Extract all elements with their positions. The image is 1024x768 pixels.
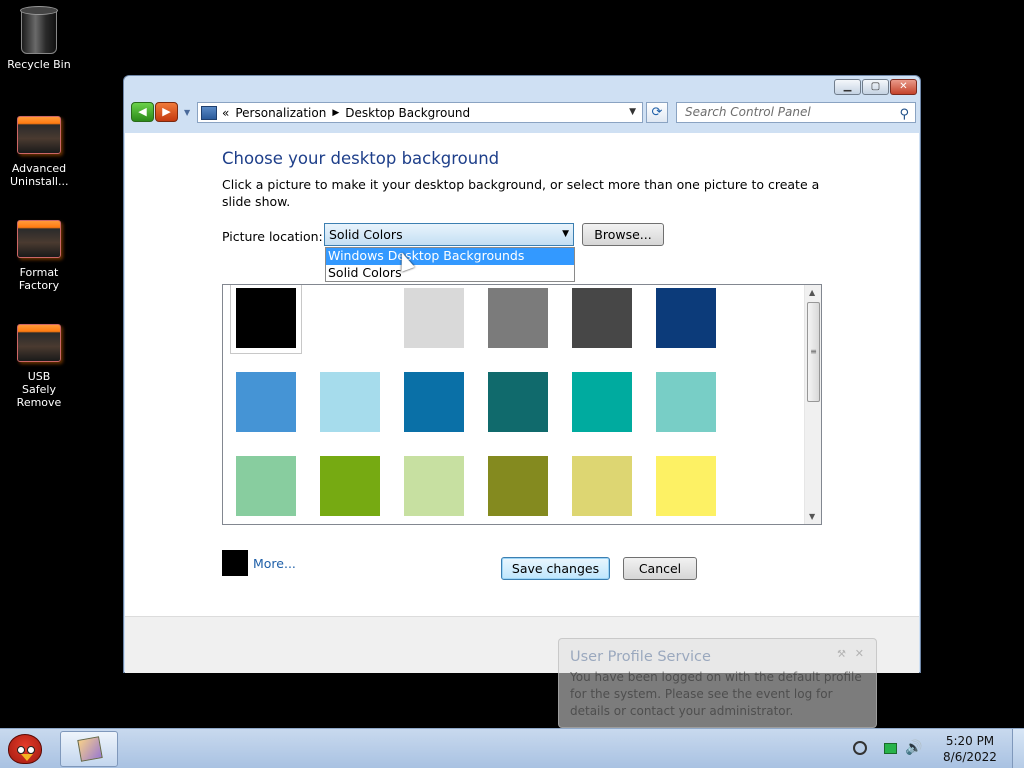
page-title: Choose your desktop background [222,149,500,168]
desktop-icon-advanced-uninstaller[interactable]: Advanced Uninstall... [0,110,78,188]
options-icon[interactable]: ⚒ [837,649,846,660]
search-input[interactable]: Search Control Panel ⚲ [676,102,916,123]
browse-button[interactable]: Browse... [582,223,664,246]
color-swatch[interactable] [230,285,302,354]
color-swatch[interactable] [404,288,464,348]
color-swatch[interactable] [656,456,716,516]
picture-location-label: Picture location: [222,229,323,244]
color-swatch[interactable] [320,372,380,432]
notification-text: You have been logged on with the default… [570,670,862,718]
color-swatch[interactable] [488,372,548,432]
search-icon[interactable]: ⚲ [899,105,909,124]
desktop-icon-label: Format Factory [18,266,60,292]
minimize-button[interactable]: ▁ [834,79,861,95]
desktop-icon-label: Advanced Uninstall... [10,162,69,188]
close-icon[interactable]: ✕ [855,647,864,660]
desktop-icon-label: Recycle Bin [7,58,71,71]
color-swatch[interactable] [404,456,464,516]
angry-bird-icon [8,734,42,764]
navigation-bar: ◀ ▶ ▼ « Personalization ▶ Desktop Backgr… [124,99,920,129]
forward-button[interactable]: ▶ [155,102,178,122]
title-bar[interactable]: ▁ ▢ ✕ [124,76,920,99]
color-swatch[interactable] [656,372,716,432]
color-swatch[interactable] [236,456,296,516]
color-swatch[interactable] [572,456,632,516]
desktop-icon-label: USB Safely Remove [16,370,62,409]
breadcrumb-personalization[interactable]: Personalization [235,106,326,120]
address-bar[interactable]: « Personalization ▶ Desktop Background ▼ [197,102,643,123]
color-swatch[interactable] [656,288,716,348]
more-colors-link[interactable]: More... [253,556,296,571]
breadcrumb-overflow[interactable]: « [222,106,229,120]
save-changes-button[interactable]: Save changes [501,557,610,580]
clock[interactable]: 5:20 PM 8/6/2022 [938,733,1002,765]
option-windows-desktop-backgrounds[interactable]: Windows Desktop Backgrounds [326,248,574,265]
notification-title: User Profile Service [570,649,711,665]
refresh-button[interactable]: ⟳ [646,102,668,123]
clock-time: 5:20 PM [945,734,995,748]
volume-icon[interactable]: 🔊 [905,740,922,756]
back-button[interactable]: ◀ [131,102,154,122]
chevron-down-icon[interactable]: ▼ [562,224,569,245]
desktop-icon-format-factory[interactable]: Format Factory [0,214,78,292]
window-controls: ▁ ▢ ✕ [833,79,917,95]
color-swatch[interactable] [572,372,632,432]
search-placeholder: Search Control Panel [685,105,811,119]
color-swatch[interactable] [572,288,632,348]
show-desktop-button[interactable] [1012,729,1024,768]
content-area: Choose your desktop background Click a p… [125,133,919,673]
picture-location-value: Solid Colors [329,227,403,242]
scroll-down-icon[interactable]: ▼ [809,512,815,521]
clock-date: 8/6/2022 [943,750,997,764]
recent-pages-dropdown[interactable]: ▼ [184,108,190,117]
maximize-button[interactable]: ▢ [862,79,889,95]
breadcrumb-desktop-background[interactable]: Desktop Background [345,106,470,120]
app-icon [17,220,61,258]
gallery-scrollbar[interactable]: ▲ ≡ ▼ [804,285,821,524]
start-button[interactable] [4,730,48,768]
taskbar-app-button[interactable] [60,731,118,767]
scroll-thumb[interactable]: ≡ [807,302,820,402]
notification-balloon[interactable]: User Profile Service You have been logge… [558,638,877,728]
option-solid-colors[interactable]: Solid Colors [326,265,574,282]
color-swatch[interactable] [320,288,380,348]
app-icon [17,116,61,154]
personalization-app-icon [77,736,103,762]
color-swatch[interactable] [236,372,296,432]
scroll-up-icon[interactable]: ▲ [809,288,815,297]
app-icon [17,324,61,362]
cancel-button[interactable]: Cancel [623,557,697,580]
desktop-background-window: ▁ ▢ ✕ ◀ ▶ ▼ « Personalization ▶ Desktop … [123,75,921,673]
breadcrumb-separator-icon[interactable]: ▶ [332,108,339,118]
network-icon[interactable] [884,743,897,754]
desktop-icon-usb-safely-remove[interactable]: USB Safely Remove [0,318,78,409]
address-dropdown-icon[interactable]: ▼ [629,107,636,117]
desktop-icon-recycle-bin[interactable]: Recycle Bin [0,6,78,71]
color-gallery: ▲ ≡ ▼ [222,284,822,525]
color-swatch[interactable] [320,456,380,516]
picture-location-dropdown: Windows Desktop Backgrounds Solid Colors [325,247,575,282]
page-description: Click a picture to make it your desktop … [222,177,820,209]
close-button[interactable]: ✕ [890,79,917,95]
current-color-swatch [222,550,248,576]
taskbar: 🔊 5:20 PM 8/6/2022 [0,728,1024,768]
control-panel-icon [201,105,217,120]
color-swatch[interactable] [488,456,548,516]
color-swatch[interactable] [488,288,548,348]
recycle-bin-icon [20,6,58,54]
color-swatch[interactable] [404,372,464,432]
notification-tray-icon[interactable] [853,741,867,755]
picture-location-select[interactable]: Solid Colors ▼ [324,223,574,246]
